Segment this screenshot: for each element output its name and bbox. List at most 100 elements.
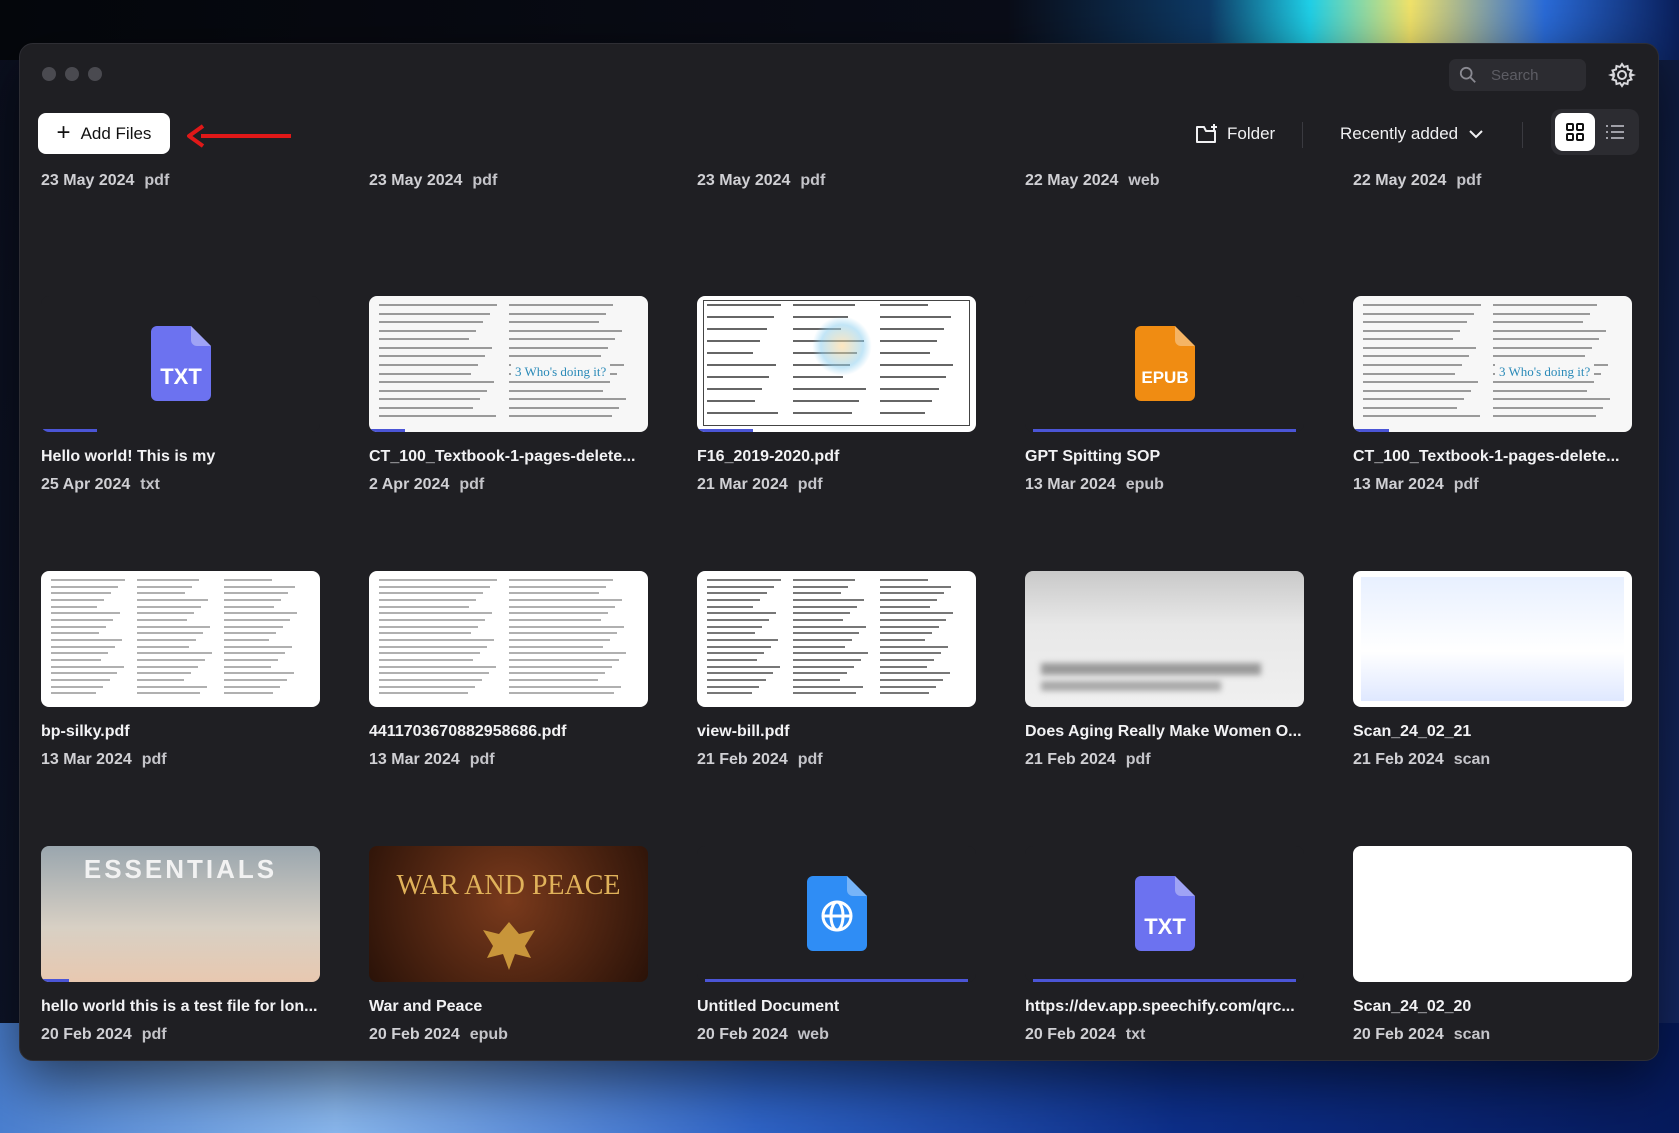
text-line (793, 585, 848, 588)
item-thumbnail[interactable] (369, 571, 648, 707)
library-item-card[interactable]: view-bill.pdf 21 Feb 2024 pdf (697, 571, 976, 769)
library-item-card[interactable]: 4411703670882958686.pdf 13 Mar 2024 pdf (369, 571, 648, 769)
search-box[interactable] (1449, 59, 1586, 91)
text-line (379, 645, 487, 648)
library-item-card[interactable]: Does Aging Really Make Women O... 21 Feb … (1025, 571, 1304, 769)
text-line (879, 579, 928, 581)
text-line (793, 605, 857, 608)
item-title[interactable]: Scan_24_02_20 (1353, 998, 1632, 1016)
item-title[interactable]: https://dev.app.speechify.com/qrc... (1025, 998, 1304, 1016)
text-line (707, 340, 761, 342)
item-title[interactable]: CT_100_Textbook-1-pages-delete... (1353, 448, 1632, 466)
reading-progress-bar (1033, 429, 1296, 432)
text-line (879, 692, 929, 695)
item-type: pdf (144, 172, 170, 189)
partial-top-row: 23 May 2024 pdf 23 May 2024 pdf 23 May 2024 p… (20, 166, 1658, 196)
text-line (1363, 389, 1471, 392)
epub-file-icon (1135, 326, 1195, 401)
text-line (508, 599, 622, 601)
library-item-card[interactable]: TXT Hello world! This is my 25 Apr 2024 txt (41, 296, 320, 494)
minimize-window-button[interactable] (65, 67, 79, 81)
text-line (1492, 398, 1610, 401)
item-thumbnail[interactable] (697, 571, 976, 707)
item-meta: 21 Feb 2024 pdf (697, 751, 976, 769)
item-thumbnail[interactable] (41, 571, 320, 707)
library-item-card[interactable]: EPUB GPT Spitting SOP 13 Mar 2024 epub (1025, 296, 1304, 494)
text-line (508, 665, 612, 668)
item-title[interactable]: 4411703670882958686.pdf (369, 723, 648, 741)
text-line (51, 659, 102, 661)
item-meta: 13 Mar 2024 epub (1025, 476, 1304, 494)
item-title[interactable]: Does Aging Really Make Women O... (1025, 723, 1304, 741)
item-meta: 22 May 2024 web (1025, 172, 1160, 190)
item-date: 13 Mar 2024 (41, 751, 132, 768)
text-line (137, 612, 194, 615)
item-title[interactable]: bp-silky.pdf (41, 723, 320, 741)
close-window-button[interactable] (42, 67, 56, 81)
item-thumbnail[interactable]: TXT (41, 296, 320, 432)
library-item-card[interactable]: bp-silky.pdf 13 Mar 2024 pdf (41, 571, 320, 769)
item-thumbnail[interactable] (1353, 571, 1632, 707)
text-line (707, 605, 754, 608)
item-title[interactable]: Untitled Document (697, 998, 976, 1016)
text-line (379, 672, 489, 675)
library-item-card[interactable]: 3 Who's doing it? CT_100_Textbook-1-pages… (1353, 296, 1632, 494)
item-thumbnail[interactable]: ESSENTIALS (41, 846, 320, 982)
text-line (223, 665, 271, 668)
text-line (379, 599, 476, 601)
library-item-card[interactable]: Untitled Document 20 Feb 2024 web (697, 846, 976, 1044)
item-title[interactable]: GPT Spitting SOP (1025, 448, 1304, 466)
item-thumbnail[interactable]: WAR AND PEACE (369, 846, 648, 982)
library-item-card[interactable]: ESSENTIALS hello world this is a test fil… (41, 846, 320, 1044)
toolbar-divider (1522, 122, 1523, 148)
item-thumbnail[interactable] (697, 846, 976, 982)
list-view-button[interactable] (1595, 113, 1635, 151)
sort-label: Recently added (1340, 124, 1459, 143)
text-line (379, 398, 480, 401)
library-item-card[interactable]: Scan_24_02_21 21 Feb 2024 scan (1353, 571, 1632, 769)
text-line (879, 328, 944, 330)
item-title[interactable]: view-bill.pdf (697, 723, 976, 741)
item-title[interactable]: Scan_24_02_21 (1353, 723, 1632, 741)
grid-view-button[interactable] (1555, 113, 1595, 151)
gear-icon[interactable] (1608, 61, 1636, 89)
item-title[interactable]: F16_2019-2020.pdf (697, 448, 976, 466)
item-thumbnail[interactable] (1353, 846, 1632, 982)
item-title[interactable]: Hello world! This is my (41, 448, 320, 466)
item-date: 22 May 2024 (1025, 172, 1119, 189)
library-item-card[interactable]: Scan_24_02_20 20 Feb 2024 scan (1353, 846, 1632, 1044)
text-line (508, 329, 622, 332)
library-item-card[interactable]: WAR AND PEACE War and Peace 20 Feb 2024 epu… (369, 846, 648, 1044)
library-item-card[interactable]: TXT https://dev.app.speechify.com/qrc... 2… (1025, 846, 1304, 1044)
item-thumbnail[interactable]: 3 Who's doing it? (369, 296, 648, 432)
item-thumbnail[interactable] (697, 296, 976, 432)
item-thumbnail[interactable]: TXT (1025, 846, 1304, 982)
library-item-card[interactable]: F16_2019-2020.pdf 21 Mar 2024 pdf (697, 296, 976, 494)
text-line (508, 659, 619, 661)
item-title[interactable]: hello world this is a test file for lon.… (41, 998, 320, 1016)
text-line (508, 632, 617, 635)
new-folder-button[interactable]: Folder (1195, 118, 1275, 150)
text-line (508, 652, 626, 655)
item-title[interactable]: War and Peace (369, 998, 648, 1016)
text-line (137, 625, 210, 628)
library-item-card[interactable]: 3 Who's doing it? CT_100_Textbook-1-pages… (369, 296, 648, 494)
titlebar (20, 44, 1658, 106)
item-thumbnail[interactable] (1025, 571, 1304, 707)
add-files-button[interactable]: + Add Files (38, 113, 170, 154)
text-line (793, 692, 856, 695)
item-meta: 2 Apr 2024 pdf (369, 476, 648, 494)
text-line (707, 639, 779, 641)
text-line (793, 639, 852, 641)
item-thumbnail[interactable]: 3 Who's doing it? (1353, 296, 1632, 432)
text-line (51, 692, 97, 695)
item-date: 23 May 2024 (697, 172, 791, 189)
zoom-window-button[interactable] (88, 67, 102, 81)
item-meta: 23 May 2024 pdf (41, 172, 169, 190)
text-line (1363, 321, 1467, 324)
item-thumbnail[interactable]: EPUB (1025, 296, 1304, 432)
sort-dropdown[interactable]: Recently added (1340, 118, 1484, 150)
item-title[interactable]: CT_100_Textbook-1-pages-delete... (369, 448, 648, 466)
text-line (508, 381, 610, 384)
search-input[interactable] (1491, 66, 1571, 84)
